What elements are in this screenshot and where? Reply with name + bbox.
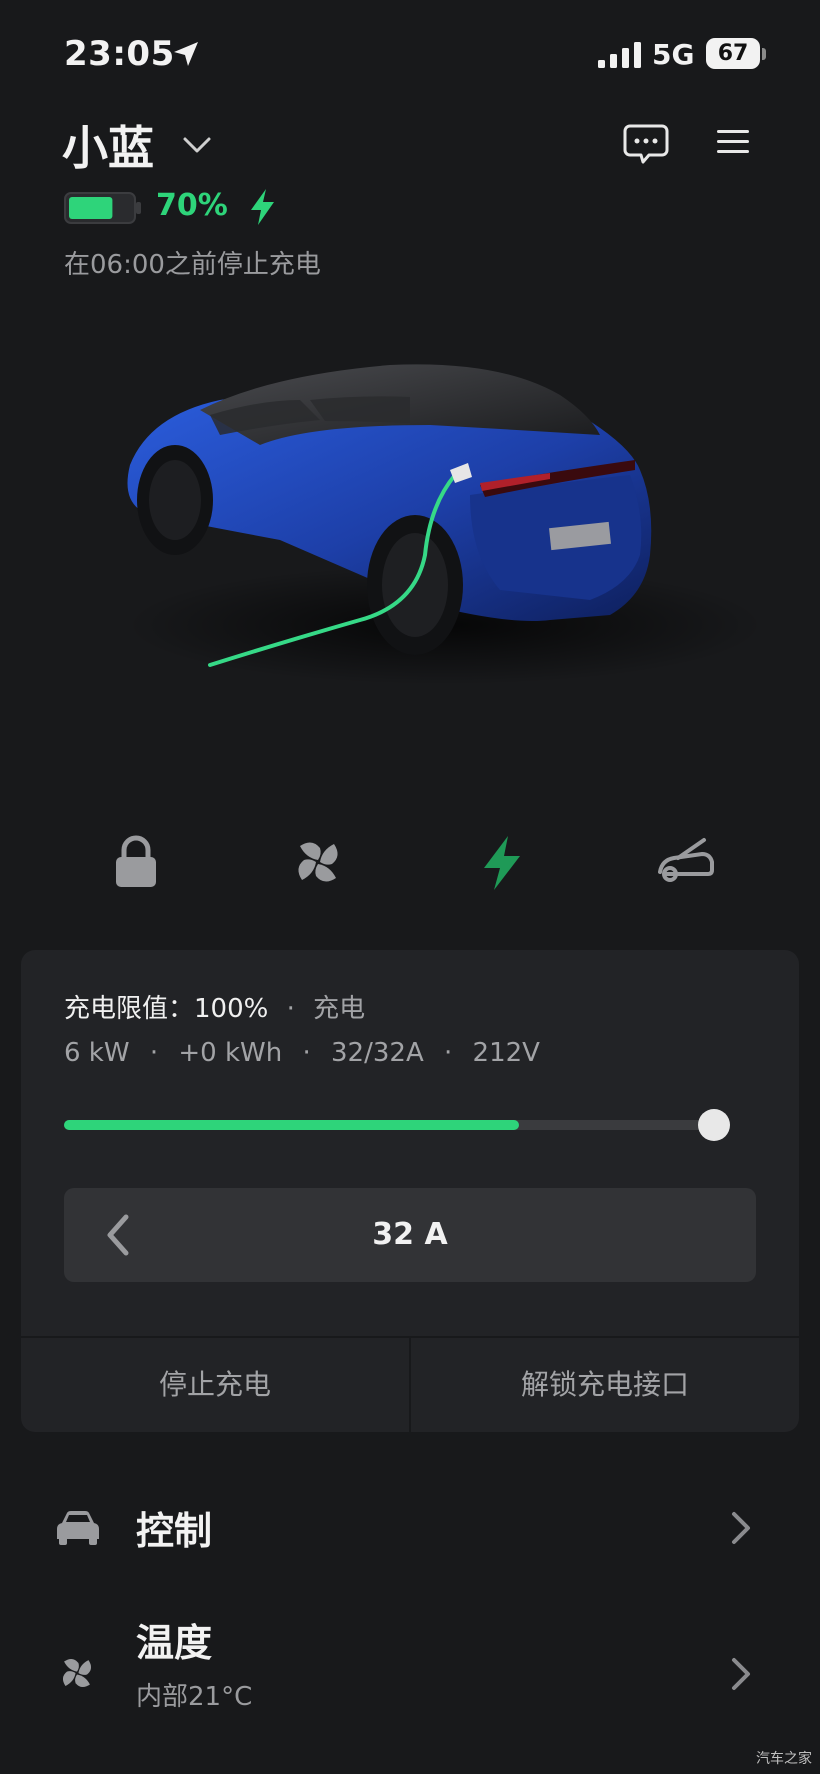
location-arrow-icon — [174, 42, 198, 66]
app-screen: 23:05 5G 67 小蓝 70% 在06:00之前停止充电 充电限值：100… — [0, 0, 820, 1774]
charging-bolt-icon — [251, 189, 274, 225]
car-image — [125, 364, 760, 685]
menu-item-subtitle: 内部21°C — [136, 1682, 253, 1712]
separator: · — [302, 1038, 311, 1068]
charge-stats: 6 kW · +0 kWh · 32/32A · 212V — [64, 1038, 540, 1068]
charge-limit-line[interactable]: 充电限值：100% · 充电 — [64, 988, 365, 1025]
chevron-down-icon[interactable] — [180, 130, 214, 160]
slider-thumb[interactable] — [698, 1109, 730, 1141]
charge-schedule-note: 在06:00之前停止充电 — [64, 250, 321, 280]
charge-energy: +0 kWh — [178, 1038, 283, 1068]
status-bar: 23:05 5G 67 — [0, 0, 820, 110]
charge-power: 6 kW — [64, 1038, 130, 1068]
phone-battery-nub — [762, 48, 766, 60]
charge-state: 充电 — [313, 994, 366, 1024]
network-type: 5G — [652, 38, 695, 71]
hamburger-menu-icon[interactable] — [714, 122, 754, 162]
unlock-charge-port-button[interactable]: 解锁充电接口 — [411, 1338, 799, 1432]
fan-icon — [62, 1658, 92, 1688]
vehicle-name[interactable]: 小蓝 — [62, 112, 154, 178]
watermark: 汽车之家 — [756, 1751, 812, 1767]
amperage-control: 32 A — [64, 1188, 756, 1282]
battery-percent: 70% — [156, 188, 228, 223]
charging-bolt-icon[interactable] — [470, 830, 534, 894]
charge-voltage: 212V — [472, 1038, 540, 1068]
chevron-right-icon — [732, 1512, 750, 1544]
charge-limit-label: 充电限值： — [64, 994, 195, 1024]
separator: · — [444, 1038, 453, 1068]
amperage-value: 32 A — [372, 1217, 448, 1252]
vehicle-battery-icon — [64, 192, 141, 224]
menu-item-title: 控制 — [136, 1509, 213, 1553]
menu-item-title: 温度 — [136, 1621, 213, 1665]
fan-icon[interactable] — [286, 830, 350, 894]
cellular-signal-icon — [598, 42, 641, 68]
phone-battery-badge: 67 — [706, 38, 760, 69]
stop-charging-button[interactable]: 停止充电 — [21, 1338, 409, 1432]
charge-level-fill — [64, 1120, 519, 1130]
trunk-icon[interactable] — [654, 830, 718, 894]
message-icon[interactable] — [622, 122, 670, 166]
lock-icon[interactable] — [104, 830, 168, 894]
separator: · — [149, 1038, 159, 1068]
chevron-right-icon — [732, 1658, 750, 1690]
separator: · — [286, 994, 295, 1024]
car-icon — [57, 1511, 99, 1545]
charge-limit-value: 100% — [194, 994, 269, 1024]
status-time: 23:05 — [64, 34, 175, 74]
charge-current: 32/32A — [331, 1038, 424, 1068]
charge-limit-slider[interactable] — [64, 1120, 714, 1130]
